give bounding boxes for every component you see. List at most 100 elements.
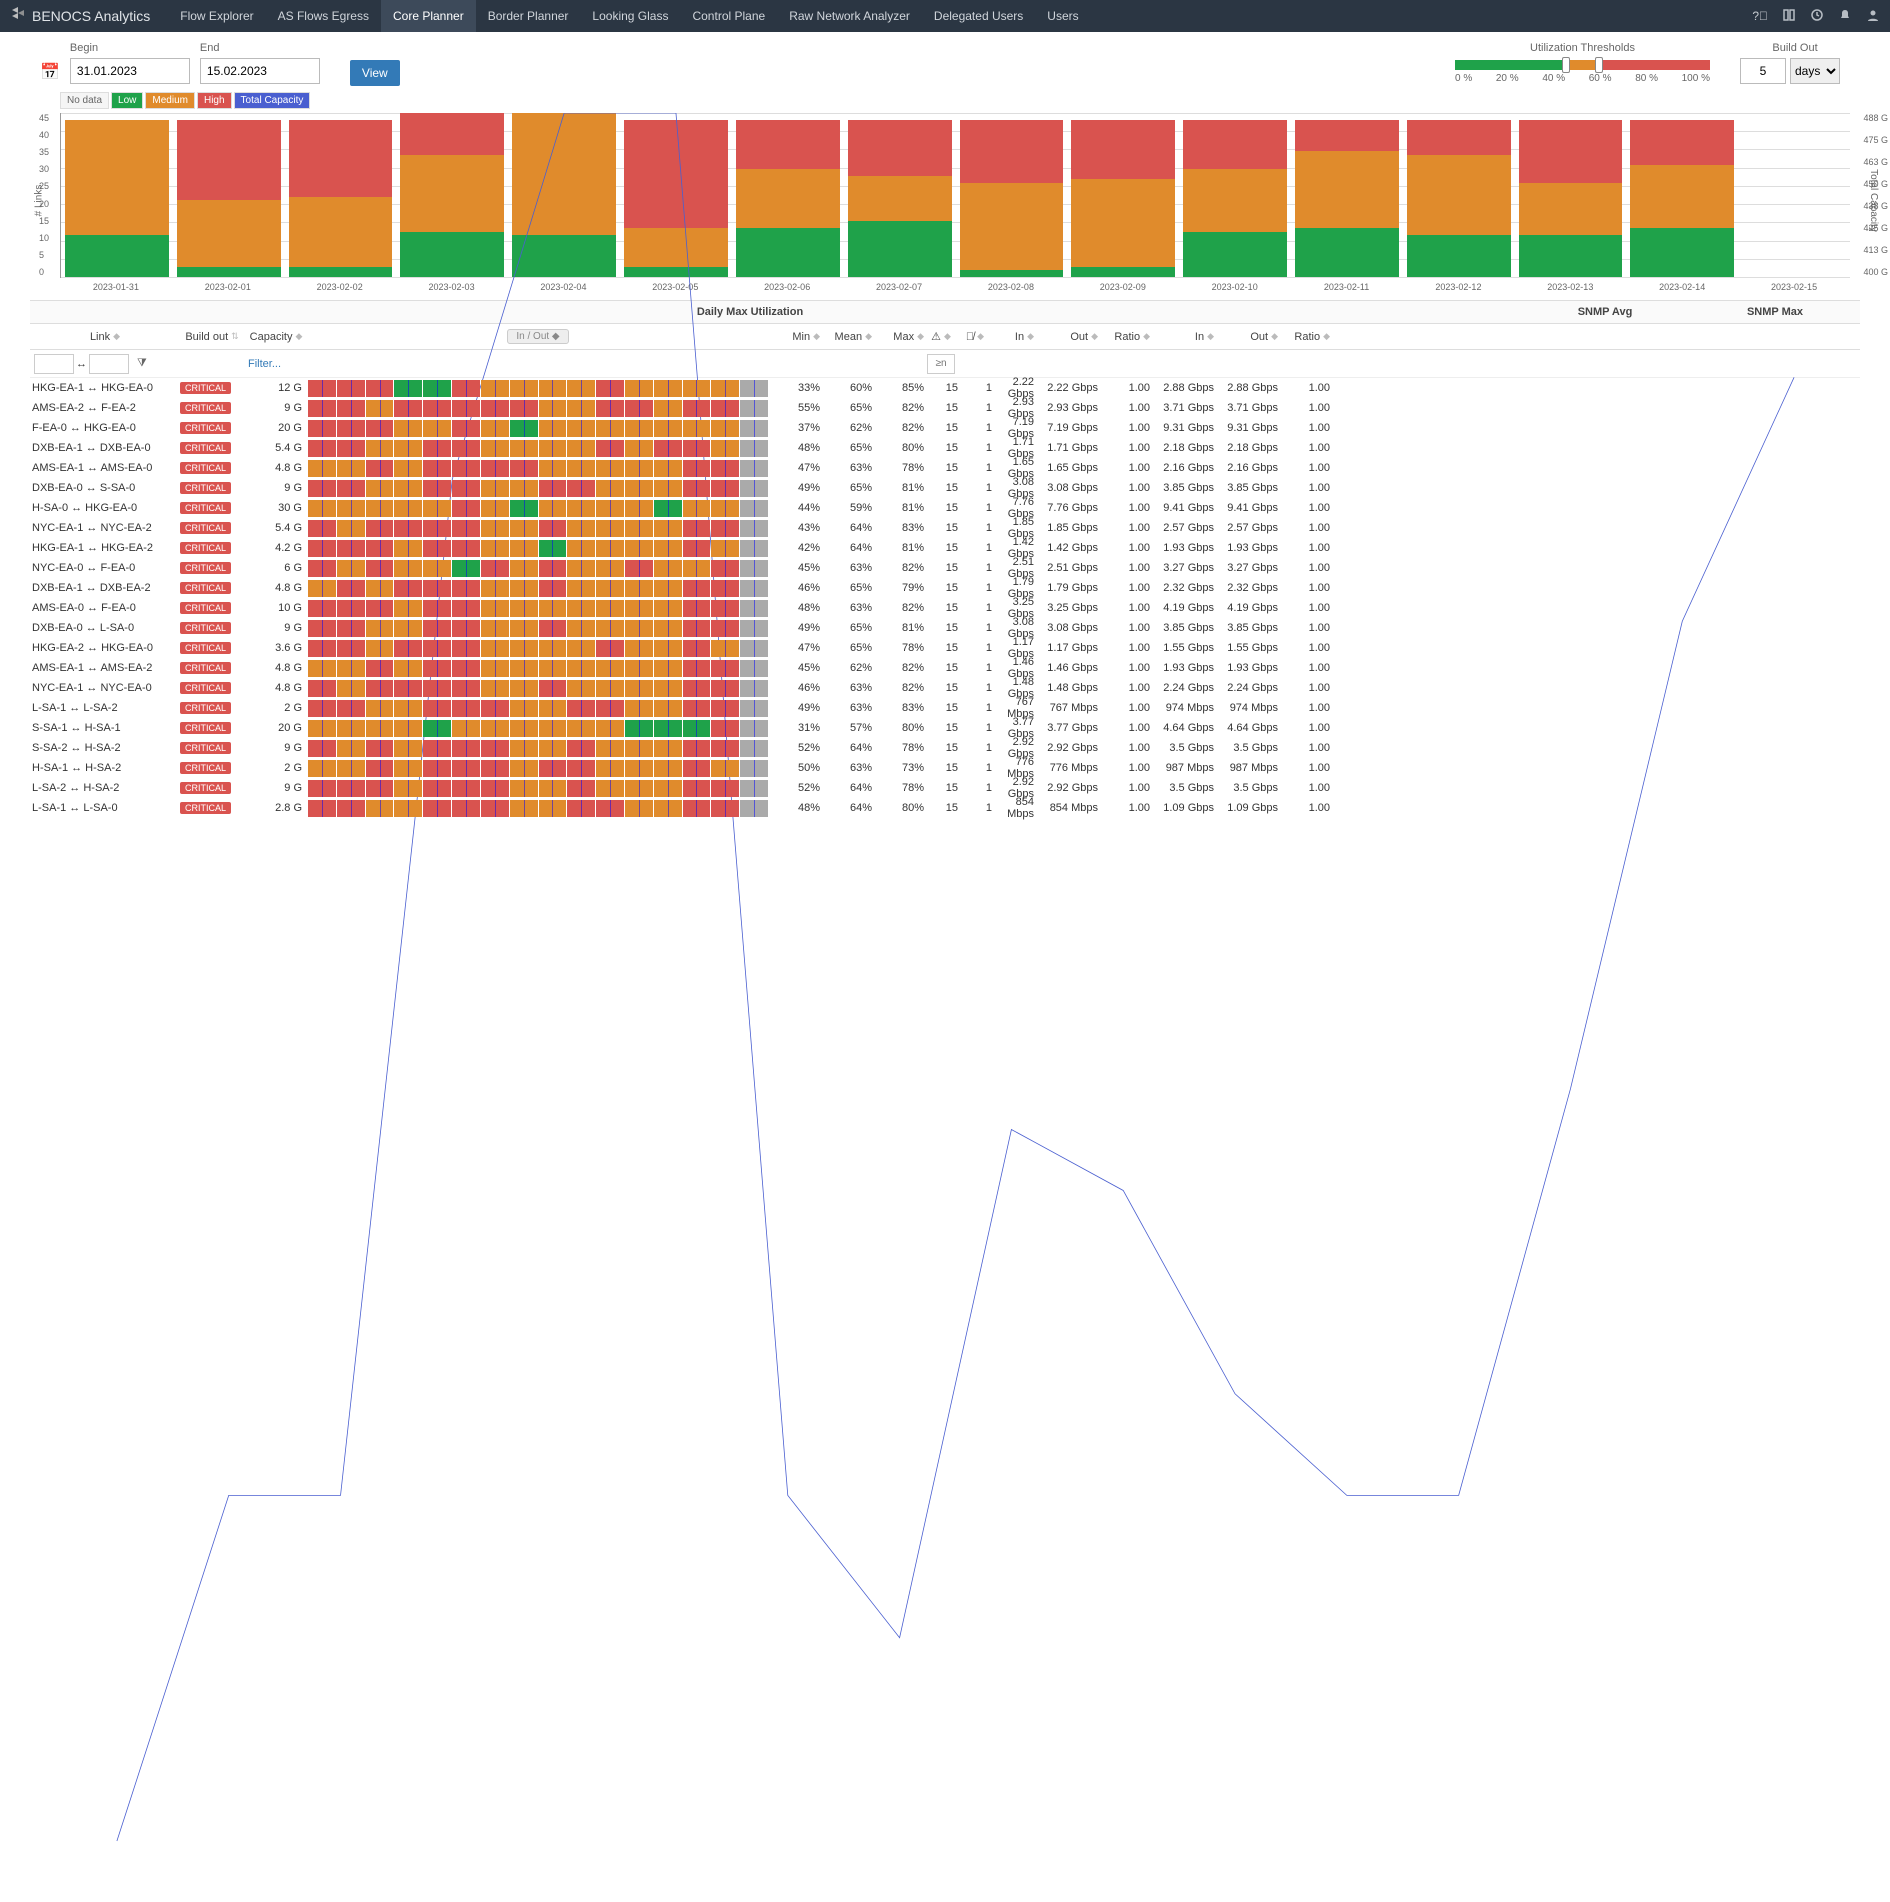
- table-row[interactable]: AMS-EA-1 ↔ AMS-EA-0CRITICAL4.8 G47%63%78…: [30, 458, 1860, 478]
- threshold-handle-1[interactable]: [1562, 57, 1570, 73]
- filter-threshold-input[interactable]: [927, 354, 955, 374]
- table-row[interactable]: DXB-EA-1 ↔ DXB-EA-2CRITICAL4.8 G46%65%79…: [30, 578, 1860, 598]
- bar-2023-02-08[interactable]: [960, 113, 1064, 277]
- navlink-looking-glass[interactable]: Looking Glass: [580, 0, 680, 32]
- col-buildout[interactable]: Build out⇅: [180, 331, 244, 343]
- table-row[interactable]: NYC-EA-0 ↔ F-EA-0CRITICAL6 G45%63%82%151…: [30, 558, 1860, 578]
- navlink-users[interactable]: Users: [1035, 0, 1090, 32]
- table-row[interactable]: AMS-EA-1 ↔ AMS-EA-2CRITICAL4.8 G45%62%82…: [30, 658, 1860, 678]
- cell-ratio-max: 1.00: [1278, 742, 1330, 754]
- cell-max: 83%: [872, 522, 924, 534]
- cell-out-max: 1.55 Gbps: [1214, 642, 1278, 654]
- col-mean[interactable]: Mean◆: [820, 331, 872, 343]
- col-alert-icon[interactable]: ⚠◆: [924, 330, 958, 343]
- cell-ratio: 1.00: [1098, 602, 1150, 614]
- table-row[interactable]: HKG-EA-1 ↔ HKG-EA-0CRITICAL12 G33%60%85%…: [30, 378, 1860, 398]
- table-row[interactable]: HKG-EA-2 ↔ HKG-EA-0CRITICAL3.6 G47%65%78…: [30, 638, 1860, 658]
- bar-2023-02-15[interactable]: [1742, 113, 1846, 277]
- funnel-icon[interactable]: ⧩: [137, 357, 147, 370]
- navlink-raw-network-analyzer[interactable]: Raw Network Analyzer: [777, 0, 922, 32]
- col-ratio[interactable]: Ratio◆: [1098, 331, 1150, 343]
- table-row[interactable]: AMS-EA-2 ↔ F-EA-2CRITICAL9 G55%65%82%151…: [30, 398, 1860, 418]
- bar-2023-02-03[interactable]: [400, 113, 504, 277]
- col-inout[interactable]: In / Out ◆: [308, 329, 768, 344]
- cell-in-max: 987 Mbps: [1150, 762, 1214, 774]
- legend-total[interactable]: Total Capacity: [234, 92, 311, 109]
- bar-2023-02-10[interactable]: [1183, 113, 1287, 277]
- buildout-value-input[interactable]: [1740, 58, 1786, 84]
- table-row[interactable]: HKG-EA-1 ↔ HKG-EA-2CRITICAL4.2 G42%64%81…: [30, 538, 1860, 558]
- threshold-slider[interactable]: [1455, 60, 1710, 70]
- col-capacity[interactable]: Capacity◆: [244, 331, 308, 343]
- col-in-max[interactable]: In◆: [1150, 331, 1214, 343]
- end-input[interactable]: [200, 58, 320, 84]
- table-row[interactable]: NYC-EA-1 ↔ NYC-EA-2CRITICAL5.4 G43%64%83…: [30, 518, 1860, 538]
- bar-2023-02-04[interactable]: [512, 113, 616, 277]
- user-icon[interactable]: [1866, 8, 1880, 25]
- cell-in-max: 3.27 Gbps: [1150, 562, 1214, 574]
- table-row[interactable]: F-EA-0 ↔ HKG-EA-0CRITICAL20 G37%62%82%15…: [30, 418, 1860, 438]
- threshold-handle-2[interactable]: [1595, 57, 1603, 73]
- table-row[interactable]: L-SA-1 ↔ L-SA-0CRITICAL2.8 G48%64%80%151…: [30, 798, 1860, 818]
- cell-count-a: 15: [924, 602, 958, 614]
- bar-2023-02-05[interactable]: [624, 113, 728, 277]
- bar-2023-02-09[interactable]: [1071, 113, 1175, 277]
- bar-2023-02-11[interactable]: [1295, 113, 1399, 277]
- table-row[interactable]: DXB-EA-0 ↔ S-SA-0CRITICAL9 G49%65%81%151…: [30, 478, 1860, 498]
- cell-min: 49%: [768, 622, 820, 634]
- legend-high[interactable]: High: [197, 92, 232, 109]
- cell-max: 80%: [872, 802, 924, 814]
- table-row[interactable]: S-SA-2 ↔ H-SA-2CRITICAL9 G52%64%78%1512.…: [30, 738, 1860, 758]
- bar-2023-02-07[interactable]: [848, 113, 952, 277]
- bar-2023-02-01[interactable]: [177, 113, 281, 277]
- bar-2023-02-13[interactable]: [1519, 113, 1623, 277]
- book-icon[interactable]: [1782, 8, 1796, 25]
- table-row[interactable]: H-SA-0 ↔ HKG-EA-0CRITICAL30 G44%59%81%15…: [30, 498, 1860, 518]
- navlink-border-planner[interactable]: Border Planner: [476, 0, 581, 32]
- legend-nodata[interactable]: No data: [60, 92, 109, 109]
- table-row[interactable]: NYC-EA-1 ↔ NYC-EA-0CRITICAL4.8 G46%63%82…: [30, 678, 1860, 698]
- legend-medium[interactable]: Medium: [145, 92, 195, 109]
- bar-2023-02-12[interactable]: [1407, 113, 1511, 277]
- filter-link-a[interactable]: [34, 354, 74, 374]
- navlink-flow-explorer[interactable]: Flow Explorer: [168, 0, 265, 32]
- col-hide-icon[interactable]: 👁̸◆: [958, 331, 992, 343]
- cell-ratio-max: 1.00: [1278, 422, 1330, 434]
- legend-low[interactable]: Low: [111, 92, 143, 109]
- table-row[interactable]: DXB-EA-0 ↔ L-SA-0CRITICAL9 G49%65%81%151…: [30, 618, 1860, 638]
- begin-input[interactable]: [70, 58, 190, 84]
- help-icon[interactable]: ?⃝: [1752, 9, 1768, 23]
- col-link[interactable]: Link◆: [30, 331, 180, 343]
- bar-2023-01-31[interactable]: [65, 113, 169, 277]
- col-out[interactable]: Out◆: [1034, 331, 1098, 343]
- filter-link-b[interactable]: [89, 354, 129, 374]
- chart-body[interactable]: # Links Total Capacity 45403530252015105…: [60, 113, 1850, 278]
- cell-heatmap: [308, 599, 768, 618]
- col-max[interactable]: Max◆: [872, 331, 924, 343]
- bar-2023-02-02[interactable]: [289, 113, 393, 277]
- navlink-as-flows-egress[interactable]: AS Flows Egress: [266, 0, 381, 32]
- col-out-max[interactable]: Out◆: [1214, 331, 1278, 343]
- navlink-control-plane[interactable]: Control Plane: [680, 0, 777, 32]
- bell-icon[interactable]: [1838, 8, 1852, 25]
- col-min[interactable]: Min◆: [768, 331, 820, 343]
- table-row[interactable]: DXB-EA-1 ↔ DXB-EA-0CRITICAL5.4 G48%65%80…: [30, 438, 1860, 458]
- history-icon[interactable]: [1810, 8, 1824, 25]
- table-row[interactable]: H-SA-1 ↔ H-SA-2CRITICAL2 G50%63%73%15177…: [30, 758, 1860, 778]
- cell-heatmap: [308, 579, 768, 598]
- table-row[interactable]: AMS-EA-0 ↔ F-EA-0CRITICAL10 G48%63%82%15…: [30, 598, 1860, 618]
- view-button[interactable]: View: [350, 60, 400, 86]
- cell-buildout: CRITICAL: [180, 542, 244, 554]
- col-ratio-max[interactable]: Ratio◆: [1278, 331, 1330, 343]
- table-row[interactable]: L-SA-2 ↔ H-SA-2CRITICAL9 G52%64%78%1512.…: [30, 778, 1860, 798]
- table-row[interactable]: L-SA-1 ↔ L-SA-2CRITICAL2 G49%63%83%15176…: [30, 698, 1860, 718]
- table-row[interactable]: S-SA-1 ↔ H-SA-1CRITICAL20 G31%57%80%1513…: [30, 718, 1860, 738]
- col-in[interactable]: In◆: [992, 331, 1034, 343]
- buildout-unit-select[interactable]: days: [1790, 58, 1840, 84]
- cell-ratio-max: 1.00: [1278, 702, 1330, 714]
- bar-2023-02-06[interactable]: [736, 113, 840, 277]
- navlink-delegated-users[interactable]: Delegated Users: [922, 0, 1035, 32]
- navlink-core-planner[interactable]: Core Planner: [381, 0, 476, 32]
- bar-2023-02-14[interactable]: [1630, 113, 1734, 277]
- filter-capacity-link[interactable]: Filter...: [244, 358, 308, 370]
